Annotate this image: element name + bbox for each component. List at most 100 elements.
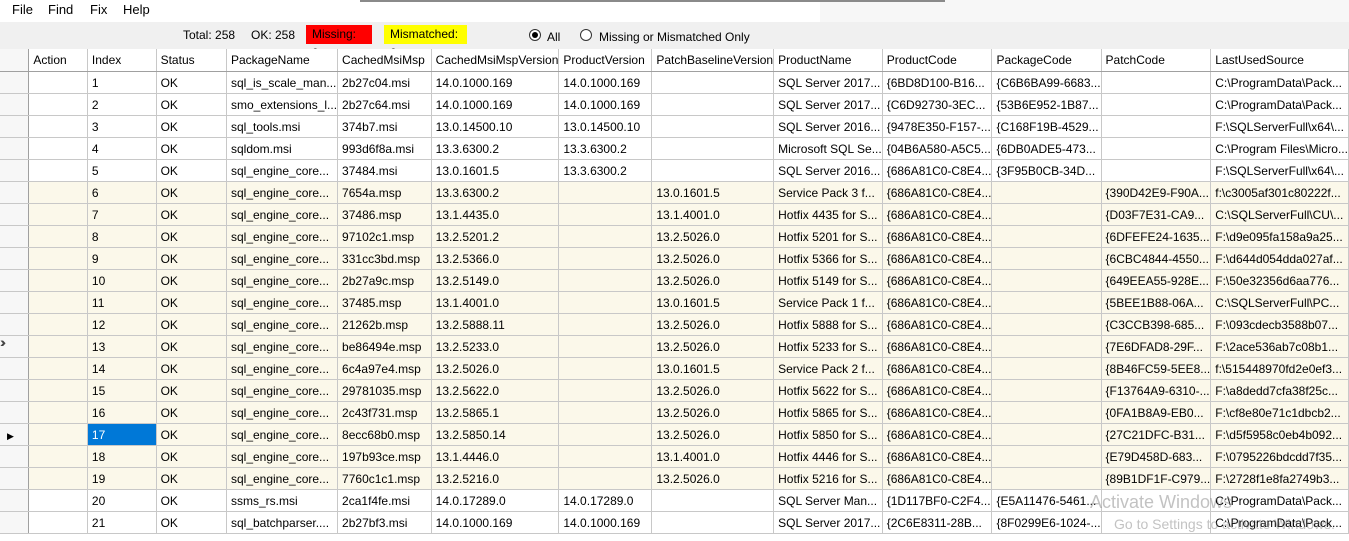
cell-cached-msi-msp[interactable]: 197b93ce.msp — [337, 445, 432, 468]
row-header[interactable] — [0, 489, 30, 512]
cell-cached-msi-msp-version[interactable]: 14.0.1000.169 — [431, 511, 560, 534]
cell-product-version[interactable] — [558, 181, 653, 204]
cell-last-used-source[interactable]: F:\SQLServerFull\x64\... — [1210, 115, 1349, 138]
row-header[interactable] — [0, 93, 30, 116]
cell-action[interactable] — [28, 335, 88, 358]
table-row[interactable]: 19 OK sql_engine_core... 7760c1c1.msp 13.2.5… — [0, 467, 1349, 490]
cell-patch-code[interactable]: {27C21DFC-B31... — [1101, 423, 1212, 446]
cell-product-version[interactable] — [558, 203, 653, 226]
table-row[interactable]: 5 OK sql_engine_core... 37484.msi 13.0.1601.… — [0, 159, 1349, 182]
cell-package-name[interactable]: sql_engine_core... — [226, 291, 339, 314]
cell-product-code[interactable]: {686A81C0-C8E4... — [882, 423, 993, 446]
row-header[interactable] — [0, 335, 30, 358]
cell-product-code[interactable]: {04B6A580-A5C5... — [882, 137, 993, 160]
cell-cached-msi-msp-version[interactable]: 13.3.6300.2 — [431, 137, 560, 160]
cell-status[interactable]: OK — [156, 489, 227, 512]
cell-cached-msi-msp-version[interactable]: 13.0.14500.10 — [431, 115, 560, 138]
cell-product-name[interactable]: Hotfix 5366 for S... — [773, 247, 883, 270]
cell-action[interactable] — [28, 93, 88, 116]
cell-product-code[interactable]: {686A81C0-C8E4... — [882, 203, 993, 226]
cell-product-version[interactable] — [558, 247, 653, 270]
cell-index[interactable]: 3 — [87, 115, 157, 138]
cell-index[interactable]: 4 — [87, 137, 157, 160]
menu-file[interactable]: File — [12, 2, 33, 17]
cell-product-name[interactable]: Hotfix 5850 for S... — [773, 423, 883, 446]
cell-product-code[interactable]: {686A81C0-C8E4... — [882, 467, 993, 490]
cell-patch-code[interactable]: {6CBC4844-4550... — [1101, 247, 1212, 270]
cell-package-name[interactable]: sql_engine_core... — [226, 247, 339, 270]
cell-patch-code[interactable] — [1101, 159, 1212, 182]
cell-last-used-source[interactable]: F:\a8dedd7cfa38f25c... — [1210, 379, 1349, 402]
row-header[interactable] — [0, 137, 30, 160]
cell-patch-baseline-version[interactable]: 13.0.1601.5 — [651, 357, 775, 380]
cell-package-name[interactable]: smo_extensions_l... — [226, 93, 339, 116]
table-row[interactable]: ▶ 17 OK sql_engine_core... 8ecc68b0.msp 13.2.… — [0, 423, 1349, 446]
cell-last-used-source[interactable]: C:\ProgramData\Pack... — [1210, 93, 1349, 116]
cell-product-name[interactable]: Hotfix 5216 for S... — [773, 467, 883, 490]
table-row[interactable]: 13 OK sql_engine_core... be86494e.msp 13.2.5… — [0, 335, 1349, 358]
row-header[interactable] — [0, 203, 30, 226]
cell-product-code[interactable]: {686A81C0-C8E4... — [882, 357, 993, 380]
cell-product-code[interactable]: {C6D92730-3EC... — [882, 93, 993, 116]
cell-cached-msi-msp-version[interactable]: 13.1.4435.0 — [431, 203, 560, 226]
cell-patch-baseline-version[interactable]: 13.2.5026.0 — [651, 269, 775, 292]
cell-patch-baseline-version[interactable]: 13.1.4001.0 — [651, 203, 775, 226]
cell-index[interactable]: 19 — [87, 467, 157, 490]
row-header[interactable]: ▶ — [0, 423, 30, 446]
cell-action[interactable] — [28, 489, 88, 512]
cell-product-version[interactable]: 14.0.17289.0 — [558, 489, 653, 512]
cell-product-name[interactable]: Service Pack 3 f... — [773, 181, 883, 204]
cell-action[interactable] — [28, 291, 88, 314]
cell-product-version[interactable] — [558, 401, 653, 424]
row-header[interactable] — [0, 247, 30, 270]
table-row[interactable]: 8 OK sql_engine_core... 97102c1.msp 13.2.520… — [0, 225, 1349, 248]
cell-product-code[interactable]: {9478E350-F157-... — [882, 115, 993, 138]
table-row[interactable]: 9 OK sql_engine_core... 331cc3bd.msp 13.2.53… — [0, 247, 1349, 270]
cell-patch-baseline-version[interactable]: 13.2.5026.0 — [651, 467, 775, 490]
expand-chevron-icon[interactable]: ››› — [0, 334, 6, 350]
cell-cached-msi-msp-version[interactable]: 13.2.5216.0 — [431, 467, 560, 490]
cell-product-name[interactable]: Service Pack 2 f... — [773, 357, 883, 380]
cell-action[interactable] — [28, 445, 88, 468]
cell-patch-baseline-version[interactable]: 13.2.5026.0 — [651, 247, 775, 270]
cell-cached-msi-msp-version[interactable]: 14.0.17289.0 — [431, 489, 560, 512]
row-header[interactable] — [0, 313, 30, 336]
cell-product-version[interactable] — [558, 225, 653, 248]
cell-patch-baseline-version[interactable]: 13.2.5026.0 — [651, 313, 775, 336]
cell-product-code[interactable]: {686A81C0-C8E4... — [882, 445, 993, 468]
cell-action[interactable] — [28, 511, 88, 534]
cell-product-version[interactable] — [558, 379, 653, 402]
cell-last-used-source[interactable]: F:\2ace536ab7c08b1... — [1210, 335, 1349, 358]
cell-index[interactable]: 8 — [87, 225, 157, 248]
cell-cached-msi-msp-version[interactable]: 13.2.5026.0 — [431, 357, 560, 380]
cell-product-name[interactable]: Hotfix 4435 for S... — [773, 203, 883, 226]
cell-package-name[interactable]: sql_tools.msi — [226, 115, 339, 138]
cell-action[interactable] — [28, 467, 88, 490]
cell-cached-msi-msp[interactable]: 2b27a9c.msp — [337, 269, 432, 292]
column-header-cached-msi-msp[interactable]: CachedMsiMsp — [337, 49, 432, 72]
cell-cached-msi-msp[interactable]: 37484.msi — [337, 159, 432, 182]
cell-last-used-source[interactable]: F:\d9e095fa158a9a25... — [1210, 225, 1349, 248]
table-row[interactable]: 18 OK sql_engine_core... 197b93ce.msp 13.1.4… — [0, 445, 1349, 468]
row-header[interactable] — [0, 357, 30, 380]
cell-action[interactable] — [28, 401, 88, 424]
cell-index[interactable]: 16 — [87, 401, 157, 424]
cell-product-code[interactable]: {686A81C0-C8E4... — [882, 291, 993, 314]
cell-patch-code[interactable]: {8B46FC59-5EE8... — [1101, 357, 1212, 380]
cell-product-name[interactable]: SQL Server 2017... — [773, 71, 883, 94]
column-header-index[interactable]: Index — [87, 49, 157, 72]
cell-product-version[interactable]: 14.0.1000.169 — [558, 93, 653, 116]
cell-package-code[interactable] — [991, 291, 1102, 314]
cell-package-code[interactable] — [991, 423, 1102, 446]
cell-package-code[interactable]: {3F95B0CB-34D... — [991, 159, 1102, 182]
cell-index[interactable]: 10 — [87, 269, 157, 292]
cell-cached-msi-msp[interactable]: 2b27bf3.msi — [337, 511, 432, 534]
cell-action[interactable] — [28, 159, 88, 182]
cell-status[interactable]: OK — [156, 181, 227, 204]
filter-missing-mismatched-label[interactable]: Missing or Mismatched Only — [599, 30, 750, 44]
cell-cached-msi-msp[interactable]: 7654a.msp — [337, 181, 432, 204]
cell-package-name[interactable]: sql_engine_core... — [226, 203, 339, 226]
filter-all-radio[interactable] — [529, 29, 541, 41]
cell-patch-baseline-version[interactable] — [651, 93, 775, 116]
column-header-product-version[interactable]: ProductVersion — [558, 49, 653, 72]
